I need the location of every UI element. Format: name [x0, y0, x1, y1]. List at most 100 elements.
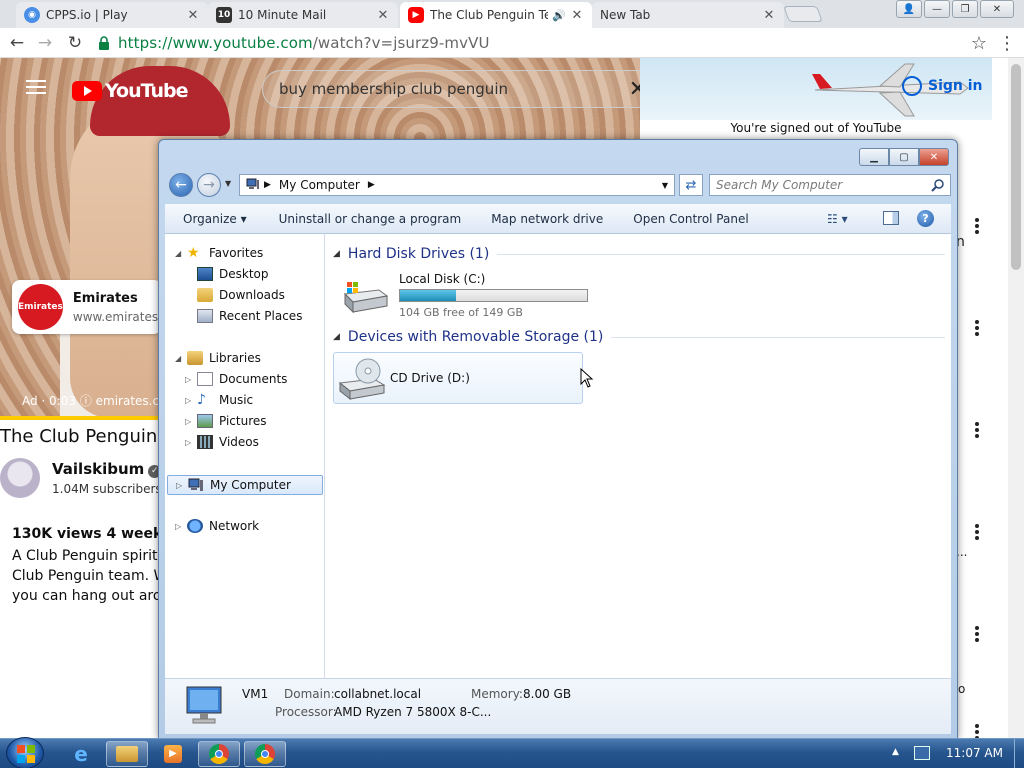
media-player-taskbar-icon[interactable]: ▶ — [152, 741, 194, 767]
group-removable-storage[interactable]: ◢ Devices with Removable Storage (1) — [333, 329, 945, 345]
file-explorer-taskbar-icon[interactable] — [106, 741, 148, 767]
back-button[interactable]: ← — [169, 173, 193, 197]
nav-downloads[interactable]: Downloads — [197, 288, 285, 302]
more-options-icon[interactable] — [974, 524, 980, 540]
nav-videos[interactable]: ▷ Videos — [185, 435, 259, 449]
tab-new-tab[interactable]: New Tab ✕ — [592, 2, 784, 28]
memory-value: 8.00 GB — [523, 687, 572, 701]
breadcrumb-arrow-icon[interactable]: ▶ — [264, 180, 271, 190]
collapse-triangle-icon[interactable]: ◢ — [175, 249, 183, 258]
close-tab-icon[interactable]: ✕ — [376, 8, 390, 23]
explorer-address-bar[interactable]: ▶ My Computer ▶ ▼ — [239, 174, 675, 196]
nav-pictures[interactable]: ▷ Pictures — [185, 414, 267, 428]
maximize-button[interactable]: ▢ — [889, 148, 919, 166]
collapse-triangle-icon[interactable]: ◢ — [175, 354, 183, 363]
details-pane: VM1 Domain: collabnet.local Memory: 8.00… — [165, 678, 951, 734]
forward-button[interactable]: → — [197, 173, 221, 197]
more-options-icon[interactable] — [974, 724, 980, 738]
close-window-button[interactable]: ✕ — [980, 0, 1014, 18]
preview-pane-icon[interactable] — [883, 211, 899, 225]
explorer-window[interactable]: ▁ ▢ ✕ ← → ▼ ▶ My Computer ▶ ▼ ⇄ Search M… — [158, 139, 958, 739]
close-tab-icon[interactable]: ✕ — [762, 8, 776, 23]
breadcrumb-arrow-icon[interactable]: ▶ — [368, 180, 375, 190]
more-options-icon[interactable] — [974, 626, 980, 642]
address-bar[interactable]: https://www.youtube.com/watch?v=jsurz9-m… — [96, 31, 992, 55]
chrome-taskbar-icon-2[interactable] — [244, 741, 286, 767]
more-options-icon[interactable] — [974, 422, 980, 438]
reload-icon[interactable]: ↻ — [64, 32, 86, 54]
ad-advertiser-card[interactable]: Emirates Emirates www.emirates.com — [12, 280, 188, 334]
more-options-icon[interactable] — [974, 320, 980, 336]
nav-desktop[interactable]: Desktop — [197, 267, 269, 281]
map-network-drive-button[interactable]: Map network drive — [491, 212, 603, 226]
nav-network[interactable]: ▷ Network — [175, 519, 259, 533]
collapse-triangle-icon[interactable]: ◢ — [333, 332, 340, 342]
back-arrow-icon[interactable]: ← — [6, 32, 28, 54]
tab-youtube-active[interactable]: ▶ The Club Penguin Tea 🔊 ✕ — [400, 2, 592, 28]
music-icon: ♪ — [197, 392, 206, 408]
refresh-icon[interactable]: ⇄ — [679, 174, 703, 196]
start-button[interactable] — [6, 737, 44, 768]
help-icon[interactable]: ? — [917, 210, 934, 227]
tab-10-minute-mail[interactable]: 10 10 Minute Mail ✕ — [208, 2, 398, 28]
channel-info[interactable]: Vailskibum ✓ 1.04M subscribers — [0, 458, 170, 502]
nav-favorites[interactable]: ◢ ★ Favorites — [175, 246, 263, 260]
nav-label: Libraries — [209, 351, 261, 365]
scrollbar-thumb[interactable] — [1011, 64, 1021, 270]
nav-recent-places[interactable]: Recent Places — [197, 309, 302, 323]
network-tray-icon[interactable] — [914, 746, 930, 760]
local-disk-name: Local Disk (C:) — [399, 272, 486, 286]
restore-window-button[interactable]: ❐ — [952, 0, 978, 18]
youtube-search-input[interactable]: buy membership club penguin ✕ — [262, 70, 656, 108]
uninstall-program-button[interactable]: Uninstall or change a program — [279, 212, 462, 226]
bookmark-star-icon[interactable]: ☆ — [968, 32, 990, 54]
close-button[interactable]: ✕ — [919, 148, 949, 166]
nav-libraries[interactable]: ◢ Libraries — [175, 351, 261, 365]
breadcrumb-my-computer[interactable]: My Computer — [279, 178, 360, 192]
recent-pages-chevron-icon[interactable]: ▼ — [225, 179, 231, 188]
minimize-window-button[interactable]: — — [924, 0, 950, 18]
menu-icon[interactable] — [26, 80, 46, 94]
close-tab-icon[interactable]: ✕ — [570, 8, 584, 23]
show-desktop-button[interactable] — [1014, 739, 1024, 768]
sign-in-button[interactable]: Sign in — [902, 76, 983, 96]
taskbar-clock[interactable]: 11:07 AM — [946, 746, 1003, 760]
close-tab-icon[interactable]: ✕ — [186, 8, 200, 23]
open-control-panel-button[interactable]: Open Control Panel — [633, 212, 748, 226]
browser-toolbar: ← → ↻ https://www.youtube.com/watch?v=js… — [0, 28, 1024, 58]
page-scrollbar[interactable] — [1008, 58, 1024, 738]
expand-triangle-icon[interactable]: ▷ — [175, 522, 183, 531]
show-hidden-icons-icon[interactable]: ▲ — [892, 747, 899, 757]
youtube-logo[interactable]: YouTube — [72, 80, 188, 102]
channel-avatar[interactable] — [0, 458, 40, 498]
new-tab-button[interactable] — [783, 6, 823, 22]
expand-triangle-icon[interactable]: ▷ — [185, 438, 193, 447]
nav-my-computer[interactable]: ▷ My Computer — [167, 475, 323, 495]
nav-music[interactable]: ▷ ♪ Music — [185, 393, 253, 407]
expand-triangle-icon[interactable]: ▷ — [185, 375, 193, 384]
minimize-button[interactable]: ▁ — [859, 148, 889, 166]
explorer-search-input[interactable]: Search My Computer — [709, 174, 951, 196]
organize-button[interactable]: Organize ▾ — [183, 212, 247, 226]
chrome-taskbar-icon[interactable] — [198, 741, 240, 767]
nav-documents[interactable]: ▷ Documents — [185, 372, 287, 386]
more-options-icon[interactable] — [974, 218, 980, 234]
cd-drive-item[interactable]: CD Drive (D:) — [333, 352, 583, 404]
collapse-triangle-icon[interactable]: ◢ — [333, 249, 340, 259]
internet-explorer-taskbar-icon[interactable]: e — [60, 741, 102, 767]
local-disk-item[interactable]: Local Disk (C:) 104 GB free of 149 GB — [337, 270, 591, 319]
expand-triangle-icon[interactable]: ▷ — [185, 417, 193, 426]
expand-triangle-icon[interactable]: ▷ — [185, 396, 193, 405]
forward-arrow-icon[interactable]: → — [34, 32, 56, 54]
channel-name[interactable]: Vailskibum — [52, 460, 144, 478]
speaker-icon[interactable]: 🔊 — [552, 9, 566, 22]
address-dropdown-icon[interactable]: ▼ — [662, 181, 668, 190]
tab-cpps[interactable]: ◉ CPPS.io | Play ✕ — [16, 2, 208, 28]
expand-triangle-icon[interactable]: ▷ — [176, 481, 184, 490]
change-view-icon[interactable]: ☷ ▾ — [827, 212, 848, 226]
chrome-menu-icon[interactable]: ⋮ — [996, 32, 1018, 54]
profile-icon[interactable]: 👤 — [896, 0, 922, 18]
video-description[interactable]: 130K views 4 weeks ago A Club Penguin sp… — [12, 524, 162, 606]
group-hard-disk-drives[interactable]: ◢ Hard Disk Drives (1) — [333, 246, 945, 262]
network-icon — [187, 519, 203, 533]
